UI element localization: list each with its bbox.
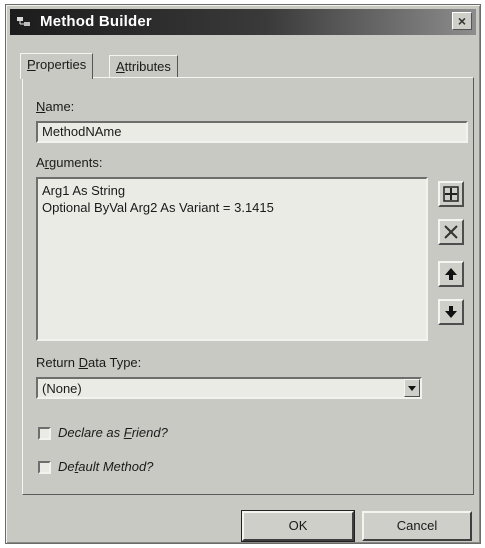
- move-down-icon: [445, 306, 457, 318]
- return-type-label: Return Data Type:: [36, 355, 141, 370]
- name-label-hotkey: N: [36, 99, 46, 114]
- arguments-list[interactable]: Arg1 As String Optional ByVal Arg2 As Va…: [36, 177, 428, 341]
- list-item[interactable]: Arg1 As String: [42, 182, 422, 199]
- delete-icon: [444, 225, 458, 239]
- default-method-label-text: ault Method?: [78, 459, 154, 474]
- name-input[interactable]: MethodNAme: [36, 121, 468, 143]
- method-builder-dialog: Method Builder × Properties Attributes N…: [5, 4, 481, 544]
- tab-attributes-hotkey: A: [116, 59, 125, 74]
- tab-properties-hotkey: P: [27, 57, 36, 72]
- return-type-value: (None): [42, 381, 82, 396]
- arguments-label-text: guments:: [49, 155, 103, 170]
- move-up-button[interactable]: [438, 261, 464, 287]
- ok-button[interactable]: OK: [241, 510, 355, 542]
- name-label: Name:: [36, 99, 74, 114]
- declare-friend-label-text: riend?: [131, 425, 168, 440]
- return-type-label-hotkey: D: [78, 355, 89, 370]
- add-icon: [443, 186, 459, 202]
- return-type-select[interactable]: (None): [36, 377, 422, 399]
- declare-friend-label-pre: Declare as: [58, 425, 124, 440]
- move-down-button[interactable]: [438, 299, 464, 325]
- move-up-icon: [445, 268, 457, 280]
- close-icon: ×: [457, 13, 467, 29]
- default-method-label[interactable]: Default Method?: [58, 459, 153, 474]
- app-icon: [17, 17, 30, 26]
- tab-properties-label: roperties: [35, 57, 87, 72]
- chevron-down-icon: [408, 386, 416, 391]
- return-type-label-text: ata Type:: [88, 355, 142, 370]
- default-method-label-pre: De: [58, 459, 75, 474]
- tab-attributes-label: ttributes: [124, 59, 171, 74]
- dialog-title: Method Builder: [40, 13, 152, 30]
- arguments-label: Arguments:: [36, 155, 103, 170]
- declare-friend-label-hotkey: F: [123, 425, 132, 440]
- return-type-label-pre: Return: [36, 355, 79, 370]
- tab-attributes[interactable]: Attributes: [109, 55, 178, 77]
- default-method-checkbox[interactable]: [38, 461, 51, 474]
- title-bar[interactable]: Method Builder ×: [10, 9, 476, 35]
- add-argument-button[interactable]: [438, 181, 464, 207]
- close-button[interactable]: ×: [452, 12, 472, 30]
- list-item[interactable]: Optional ByVal Arg2 As Variant = 3.1415: [42, 199, 422, 216]
- dropdown-button[interactable]: [404, 379, 420, 397]
- name-label-text: ame:: [45, 99, 75, 114]
- cancel-button[interactable]: Cancel: [362, 511, 472, 541]
- delete-argument-button[interactable]: [438, 219, 464, 245]
- declare-friend-label[interactable]: Declare as Friend?: [58, 425, 168, 440]
- declare-friend-checkbox[interactable]: [38, 427, 51, 440]
- tab-properties[interactable]: Properties: [20, 53, 94, 79]
- arguments-label-pre: A: [36, 155, 45, 170]
